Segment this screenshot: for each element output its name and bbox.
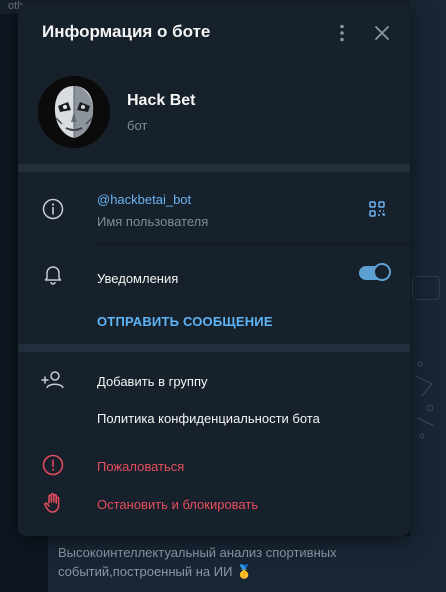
robot-face-icon	[38, 76, 110, 148]
dialog-title: Информация о боте	[42, 22, 211, 41]
alert-icon	[40, 452, 66, 478]
last-message-text: Высокоинтеллектуальный анализ спортивных…	[58, 545, 337, 579]
more-vertical-icon	[340, 24, 344, 42]
qr-code-icon	[369, 201, 385, 217]
inline-keyboard-fragment	[412, 276, 440, 300]
more-menu-button[interactable]	[329, 20, 355, 46]
add-to-group-row[interactable]: Добавить в группу	[18, 361, 410, 399]
privacy-policy-label: Политика конфиденциальности бота	[97, 411, 320, 426]
report-row[interactable]: Пожаловаться	[18, 446, 410, 484]
username-caption: Имя пользователя	[97, 214, 209, 229]
add-to-group-label: Добавить в группу	[97, 374, 208, 389]
privacy-policy-row[interactable]: Политика конфиденциальности бота	[18, 400, 410, 436]
notifications-label: Уведомления	[97, 271, 179, 286]
username-value[interactable]: @hackbetai_bot	[97, 192, 191, 207]
close-button[interactable]	[369, 20, 395, 46]
dialog-header: Информация о боте	[18, 4, 410, 60]
notifications-row[interactable]: Уведомления	[18, 245, 410, 303]
toggle-knob	[373, 263, 391, 281]
report-label: Пожаловаться	[97, 459, 185, 474]
username-row[interactable]: @hackbetai_bot Имя пользователя	[18, 172, 410, 244]
last-message-bubble: Высокоинтеллектуальный анализ спортивных…	[48, 536, 438, 592]
send-message-button[interactable]: ОТПРАВИТЬ СООБЩЕНИЕ	[97, 314, 273, 329]
block-label: Остановить и блокировать	[97, 497, 259, 512]
chat-background-strip	[410, 0, 446, 592]
bot-type-label: бот	[127, 118, 148, 133]
profile-section: Hack Bet бот	[18, 60, 410, 168]
hand-stop-icon	[40, 490, 66, 516]
section-separator	[18, 164, 410, 172]
add-user-icon	[40, 367, 66, 393]
bot-info-dialog: Информация о боте Hack Bet бот @hackbeta…	[18, 4, 410, 536]
bot-name: Hack Bet	[127, 92, 196, 109]
chat-wallpaper-pattern	[412, 356, 440, 439]
info-icon	[40, 196, 66, 222]
bot-avatar[interactable]	[38, 76, 110, 148]
notifications-toggle[interactable]	[359, 263, 391, 281]
medal-icon: 🥇	[236, 564, 253, 579]
block-row[interactable]: Остановить и блокировать	[18, 484, 410, 522]
close-icon	[375, 26, 389, 40]
qr-code-button[interactable]	[364, 196, 390, 222]
section-separator	[18, 344, 410, 352]
bell-icon	[40, 261, 66, 287]
